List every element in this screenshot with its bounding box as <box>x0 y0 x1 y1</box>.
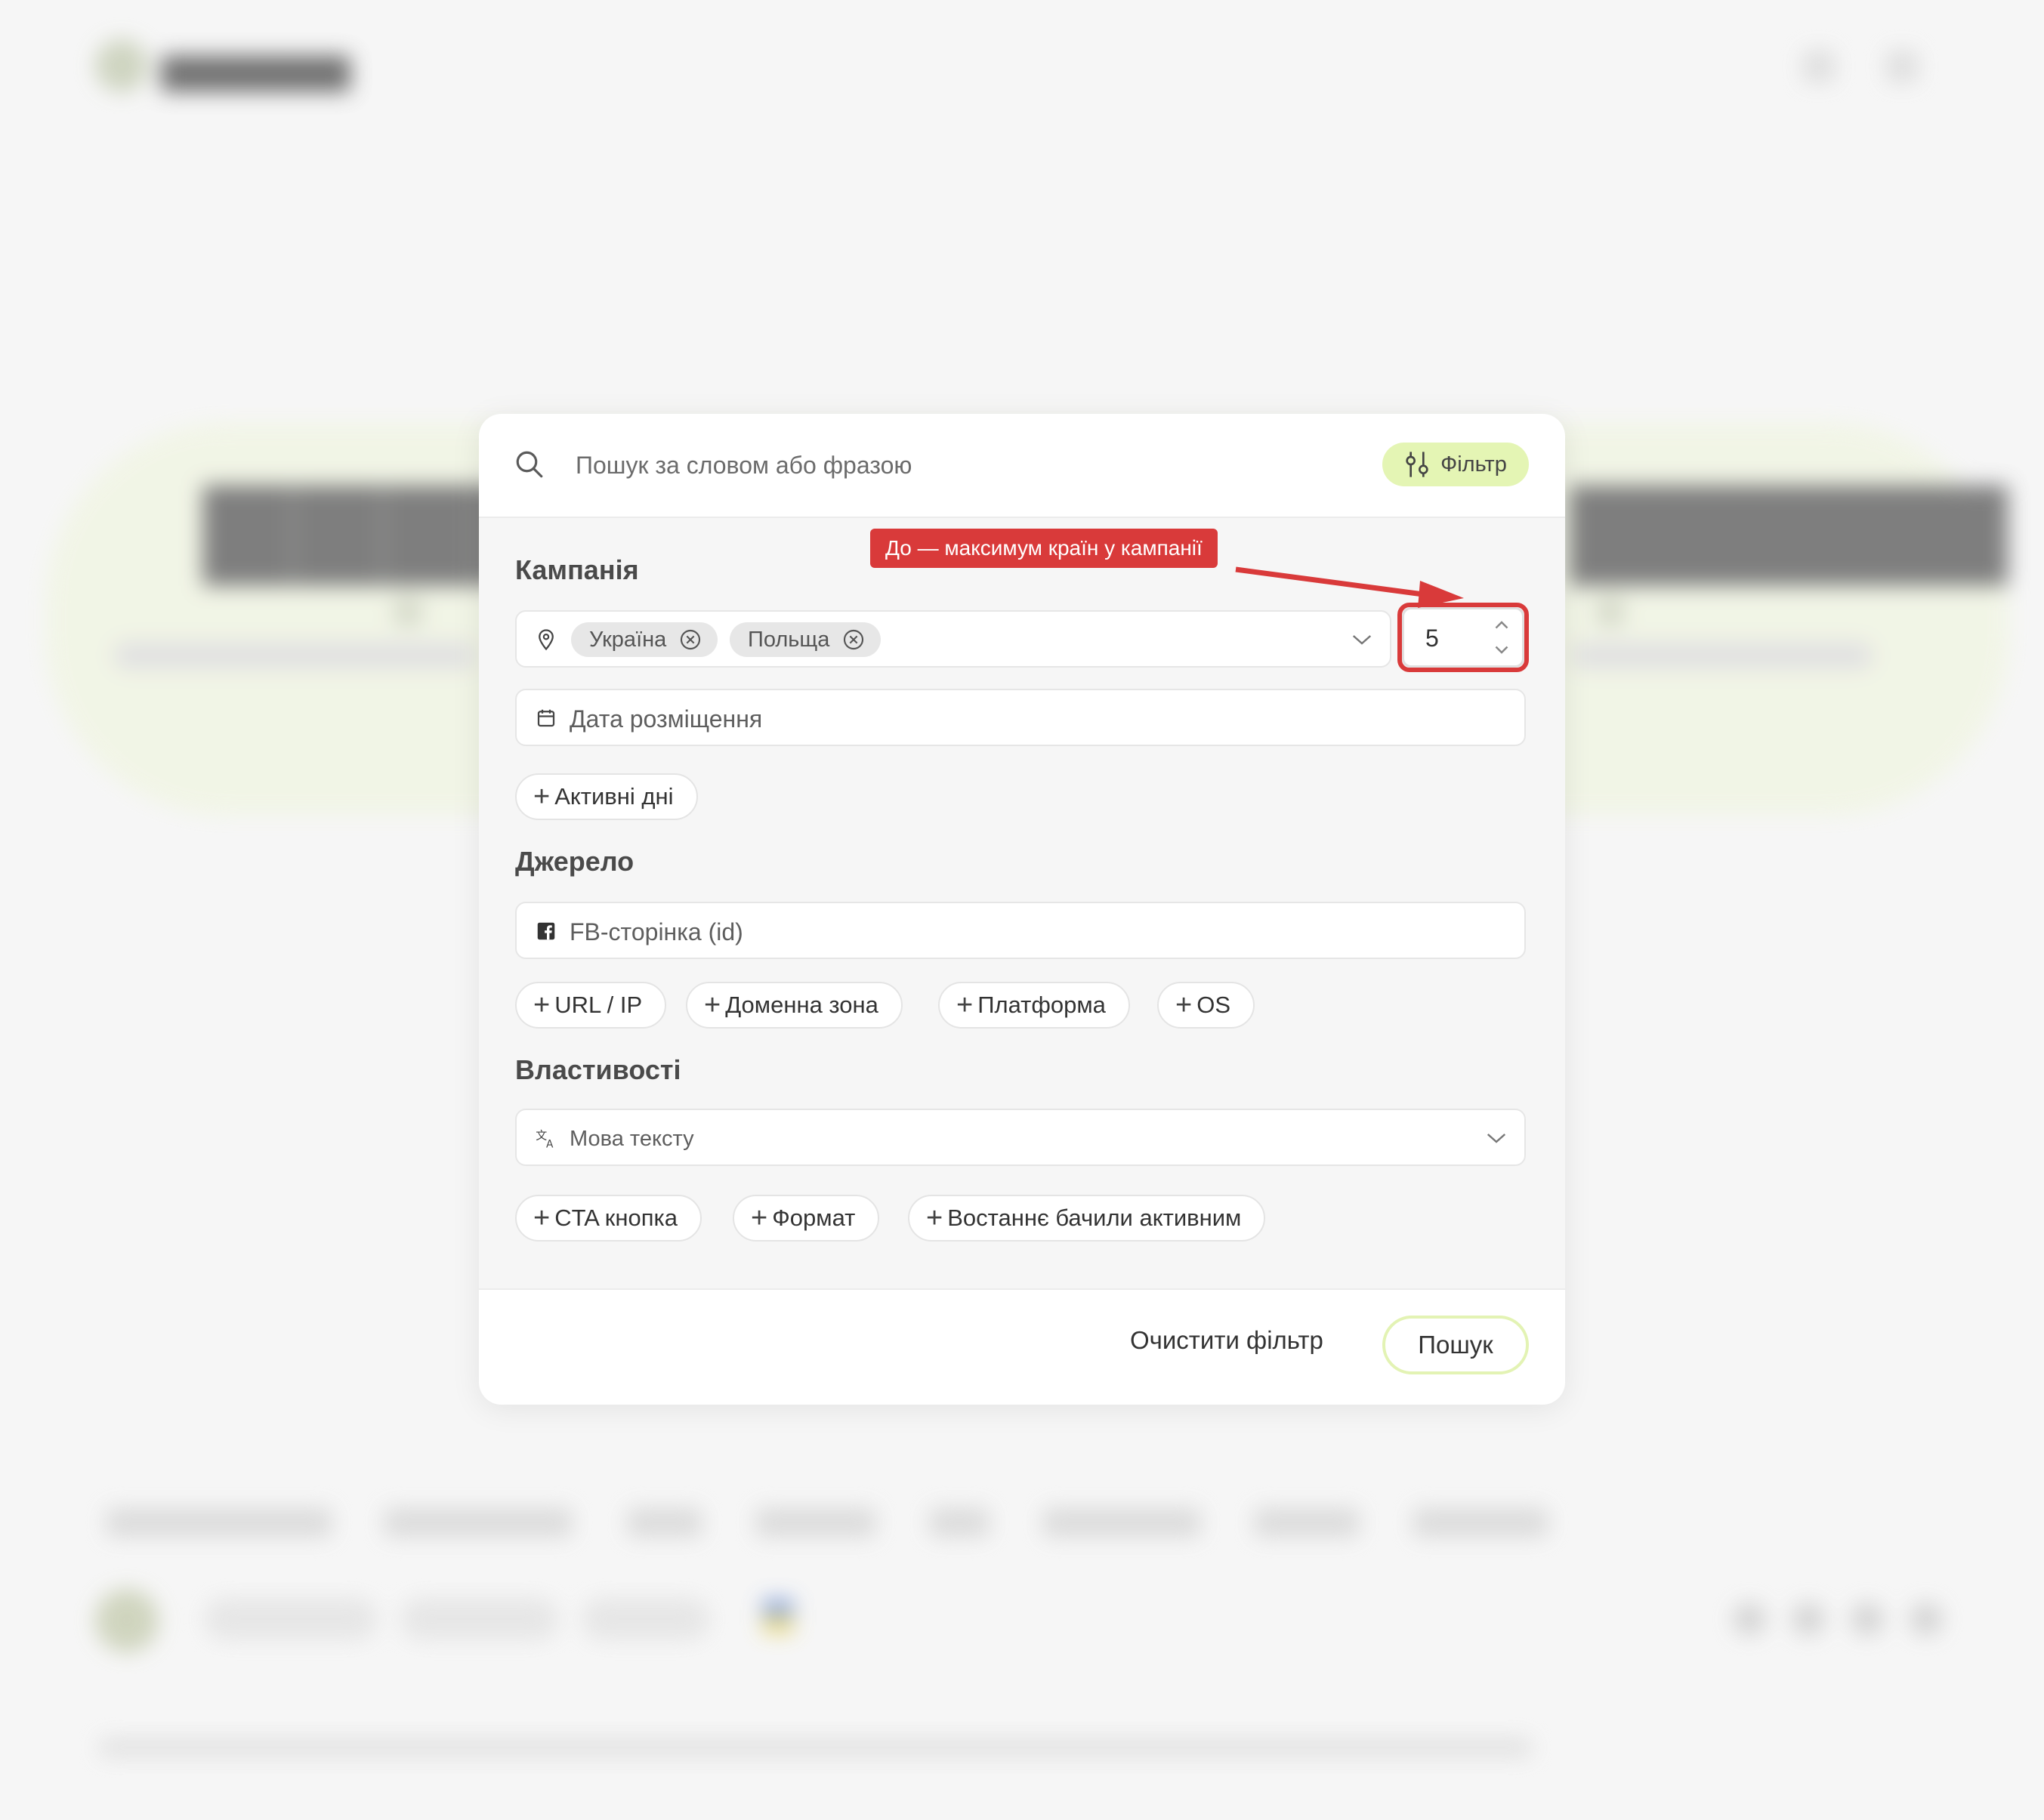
flag-icon <box>763 1599 793 1633</box>
hero-subtitle <box>113 642 476 669</box>
translate-icon: 文 A <box>536 1128 554 1150</box>
platform-chip[interactable]: + Платформа <box>938 982 1130 1029</box>
footer-pill <box>582 1598 710 1640</box>
last-seen-active-chip[interactable]: + Востаннє бачили активним <box>908 1195 1266 1242</box>
fb-page-field[interactable]: FB-сторінка (id) <box>515 902 1526 959</box>
country-tag: Польща <box>730 622 882 657</box>
plus-icon: + <box>926 1202 943 1234</box>
os-chip[interactable]: + OS <box>1157 982 1255 1029</box>
footer-nav-item <box>1254 1507 1360 1538</box>
remove-tag-icon[interactable] <box>678 628 702 652</box>
footer-logo-icon <box>95 1589 159 1652</box>
footer-pill <box>204 1598 378 1640</box>
chip-label: OS <box>1196 992 1230 1018</box>
search-icon <box>516 451 543 478</box>
footer-nav-item <box>384 1507 573 1538</box>
active-days-chip[interactable]: + Активні дні <box>515 773 698 820</box>
chip-label: Востаннє бачили активним <box>947 1205 1242 1231</box>
plus-icon: + <box>533 781 551 813</box>
placement-date-field[interactable]: Дата розміщення <box>515 689 1526 746</box>
theme-icon <box>1802 50 1836 83</box>
plus-icon: + <box>956 989 974 1021</box>
placement-date-placeholder: Дата розміщення <box>570 705 763 733</box>
footer-pill <box>400 1598 559 1640</box>
footer-nav-item <box>1413 1507 1548 1538</box>
cta-button-chip[interactable]: + CTA кнопка <box>515 1195 702 1242</box>
language-select[interactable]: 文 A Мова тексту <box>515 1109 1526 1166</box>
domain-zone-chip[interactable]: + Доменна зона <box>686 982 903 1029</box>
hero-dot <box>1595 597 1626 627</box>
social-icon <box>1851 1603 1884 1636</box>
chip-label: Формат <box>772 1205 856 1231</box>
url-ip-chip[interactable]: + URL / IP <box>515 982 667 1029</box>
social-icon <box>1733 1603 1766 1636</box>
chevron-down-icon[interactable] <box>1485 1130 1508 1146</box>
social-icon <box>1910 1603 1943 1636</box>
chevron-down-icon[interactable] <box>1351 631 1373 648</box>
menu-icon <box>1885 50 1919 83</box>
campaign-section-title: Кампанія <box>515 554 639 585</box>
country-tag-label: Польща <box>748 627 830 652</box>
annotation-label: До — максимум країн у кампанії <box>870 529 1218 568</box>
search-submit-button[interactable]: Пошук <box>1382 1316 1529 1374</box>
country-tag-label: Україна <box>589 627 667 652</box>
chip-label: Платформа <box>977 992 1106 1018</box>
filter-button-label: Фільтр <box>1440 452 1507 477</box>
plus-icon: + <box>533 989 551 1021</box>
country-select[interactable]: Україна Польща <box>515 610 1391 668</box>
footer-nav-item <box>929 1507 990 1538</box>
clear-filter-button[interactable]: Очистити фільтр <box>1130 1326 1323 1355</box>
fb-page-placeholder: FB-сторінка (id) <box>570 918 743 945</box>
source-section-title: Джерело <box>515 846 635 877</box>
facebook-icon <box>537 922 555 940</box>
footer-nav-item <box>627 1507 702 1538</box>
chip-label: Активні дні <box>554 783 674 810</box>
footer-nav-item <box>1042 1507 1201 1538</box>
hero-title-right: ▆▆▆▆▆ <box>1571 455 2007 581</box>
format-chip[interactable]: + Формат <box>733 1195 880 1242</box>
svg-text:A: A <box>546 1139 554 1150</box>
logo-icon <box>95 39 148 92</box>
social-icon <box>1792 1603 1825 1636</box>
plus-icon: + <box>704 989 721 1021</box>
calendar-icon <box>537 709 555 727</box>
chip-label: Доменна зона <box>725 992 878 1018</box>
modal-header: Фільтр <box>479 414 1565 518</box>
search-input[interactable] <box>574 438 1227 492</box>
chip-label: URL / IP <box>554 992 643 1018</box>
logo-text: ▆▆▆▆▆▆ <box>162 45 350 91</box>
language-placeholder: Мова тексту <box>570 1127 694 1151</box>
plus-icon: + <box>1175 989 1193 1021</box>
sliders-icon <box>1406 452 1428 477</box>
properties-section-title: Властивості <box>515 1054 681 1085</box>
modal-footer: Очистити фільтр Пошук <box>479 1288 1565 1405</box>
annotation-highlight-box <box>1397 603 1529 672</box>
remove-tag-icon[interactable] <box>841 628 866 652</box>
plus-icon: + <box>533 1202 551 1234</box>
hero-dot <box>393 597 423 627</box>
location-pin-icon <box>539 629 554 651</box>
footer-nav-item <box>106 1507 332 1538</box>
svg-text:文: 文 <box>536 1128 547 1142</box>
chip-label: CTA кнопка <box>554 1205 678 1231</box>
footer-nav-item <box>755 1507 876 1538</box>
footer-legal-text <box>98 1737 1533 1758</box>
search-submit-label: Пошук <box>1418 1331 1493 1359</box>
plus-icon: + <box>751 1202 768 1234</box>
filter-button[interactable]: Фільтр <box>1382 443 1529 486</box>
hero-subtitle <box>1571 642 1873 669</box>
country-tag: Україна <box>571 622 718 657</box>
